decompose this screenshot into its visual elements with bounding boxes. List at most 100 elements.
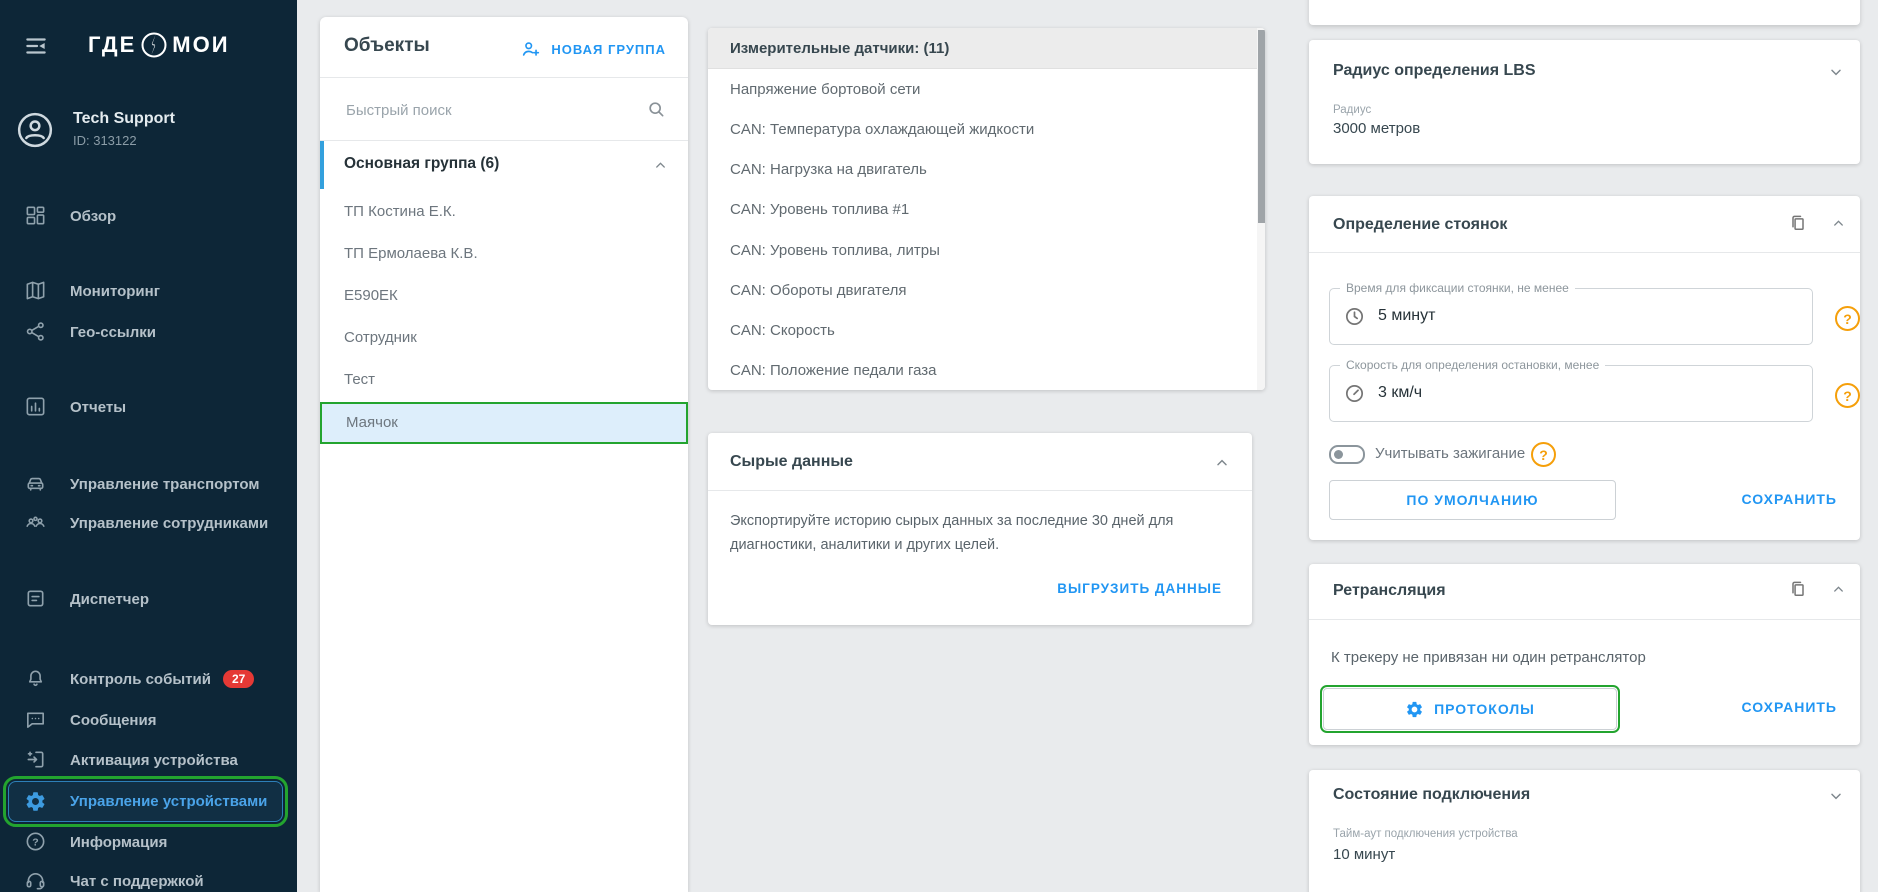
sidebar-item-geo-links[interactable]: Гео-ссылки: [0, 312, 297, 352]
user-name: Tech Support: [73, 110, 175, 128]
sidebar-item-label: Мониторинг: [70, 283, 160, 300]
document-list-icon: [24, 587, 48, 611]
sidebar-item-support-chat[interactable]: Чат с поддержкой: [0, 861, 297, 892]
sensors-header-row[interactable]: Измерительные датчики: (11): [708, 28, 1265, 69]
sidebar-item-monitoring[interactable]: Мониторинг: [0, 271, 297, 311]
map-icon: [24, 279, 48, 303]
divider: [708, 490, 1252, 491]
sidebar-item-messages[interactable]: Сообщения: [0, 700, 297, 740]
search-input[interactable]: [344, 78, 618, 142]
new-group-button[interactable]: НОВАЯ ГРУППА: [520, 38, 666, 60]
help-icon[interactable]: ?: [1835, 383, 1860, 408]
protocols-button[interactable]: ПРОТОКОЛЫ: [1323, 688, 1617, 730]
parking-speed-label: Скорость для определения остановки, мене…: [1340, 358, 1605, 372]
relay-empty-text: К трекеру не привязан ни один ретранслят…: [1331, 649, 1646, 666]
sidebar-item-overview[interactable]: Обзор: [0, 196, 297, 236]
connection-title: Состояние подключения: [1333, 786, 1530, 804]
object-row[interactable]: ТП Ермолаева К.В.: [320, 233, 688, 275]
sidebar-item-label: Диспетчер: [70, 591, 149, 608]
user-id: ID: 313122: [73, 133, 175, 148]
chevron-down-icon[interactable]: [1828, 64, 1844, 80]
chevron-up-icon[interactable]: [1831, 582, 1846, 597]
gear-icon: [24, 790, 48, 814]
sidebar-item-reports[interactable]: Отчеты: [0, 387, 297, 427]
chevron-up-icon[interactable]: [653, 158, 668, 173]
sidebar-item-information[interactable]: ? Информация: [0, 822, 297, 862]
sidebar-item-dispatcher[interactable]: Диспетчер: [0, 579, 297, 619]
default-button[interactable]: ПО УМОЛЧАНИЮ: [1329, 480, 1616, 520]
sensor-row[interactable]: Напряжение бортовой сети: [708, 69, 1265, 109]
collapse-sidebar-icon[interactable]: [23, 33, 49, 59]
save-button[interactable]: СОХРАНИТЬ: [1742, 699, 1837, 715]
ignition-toggle[interactable]: [1329, 445, 1365, 464]
person-add-icon: [520, 38, 542, 60]
chevron-down-icon[interactable]: [1828, 788, 1844, 804]
raw-data-title: Сырые данные: [730, 453, 853, 471]
sidebar-item-label: Отчеты: [70, 399, 126, 416]
sensor-row[interactable]: CAN: Нагрузка на двигатель: [708, 150, 1265, 190]
question-circle-icon: ?: [24, 830, 48, 854]
scrollbar-thumb[interactable]: [1258, 30, 1265, 223]
parking-time-field[interactable]: Время для фиксации стоянки, не менее 5 м…: [1329, 288, 1813, 345]
bell-icon: [24, 667, 48, 691]
sensor-row[interactable]: CAN: Уровень топлива #1: [708, 190, 1265, 230]
dashboard-icon: [24, 204, 48, 228]
object-row[interactable]: Тест: [320, 359, 688, 401]
new-group-label: НОВАЯ ГРУППА: [551, 42, 666, 57]
chevron-up-icon[interactable]: [1214, 455, 1230, 471]
sidebar-item-label: Управление сотрудниками: [70, 515, 268, 532]
sidebar-item-employee-management[interactable]: Управление сотрудниками: [0, 503, 297, 543]
parking-speed-value: 3 км/ч: [1378, 384, 1422, 402]
sidebar-item-device-management[interactable]: Управление устройствами: [8, 781, 283, 822]
sidebar-item-label: Гео-ссылки: [70, 324, 156, 341]
share-icon: [24, 320, 48, 344]
raw-data-description: Экспортируйте историю сырых данных за по…: [730, 509, 1235, 557]
copy-icon[interactable]: [1788, 213, 1808, 233]
sidebar-item-label: Управление транспортом: [70, 476, 259, 493]
sensor-row[interactable]: CAN: Скорость: [708, 310, 1265, 350]
parking-title: Определение стоянок: [1333, 216, 1507, 234]
svg-text:?: ?: [32, 836, 38, 848]
object-row[interactable]: Сотрудник: [320, 317, 688, 359]
copy-icon[interactable]: [1788, 579, 1808, 599]
user-block[interactable]: Tech Support ID: 313122: [15, 110, 175, 150]
group-label: Основная группа (6): [344, 155, 499, 173]
export-data-button[interactable]: ВЫГРУЗИТЬ ДАННЫЕ: [1057, 581, 1222, 596]
chevron-up-icon[interactable]: [1831, 216, 1846, 231]
objects-header: Объекты НОВАЯ ГРУППА: [320, 17, 688, 77]
sidebar-item-transport-management[interactable]: Управление транспортом: [0, 464, 297, 504]
headset-icon: [24, 869, 48, 892]
sidebar-item-device-activation[interactable]: Активация устройства: [0, 740, 297, 780]
lbs-radius-panel: Радиус определения LBS Радиус 3000 метро…: [1309, 40, 1860, 164]
user-avatar-icon: [15, 110, 55, 150]
objects-panel: Объекты НОВАЯ ГРУППА Основная группа (6)…: [320, 17, 688, 892]
chat-bubble-icon: [24, 708, 48, 732]
sidebar-item-label: Управление устройствами: [70, 793, 267, 810]
card-cut-off-top: [1309, 0, 1860, 25]
sensor-row[interactable]: CAN: Температура охлаждающей жидкости: [708, 109, 1265, 149]
sidebar-item-label: Информация: [70, 834, 167, 851]
radius-label: Радиус: [1333, 104, 1371, 116]
ignition-toggle-label: Учитывать зажигание: [1375, 445, 1525, 462]
gear-icon: [1405, 700, 1424, 719]
raw-data-panel: Сырые данные Экспортируйте историю сырых…: [708, 433, 1252, 625]
object-row-selected[interactable]: Маячок: [320, 402, 688, 444]
sensor-row[interactable]: CAN: Уровень топлива, литры: [708, 230, 1265, 270]
sidebar-item-event-control[interactable]: Контроль событий 27: [0, 659, 297, 699]
sensor-row[interactable]: CAN: Положение педали газа: [708, 351, 1265, 391]
object-row[interactable]: Е590ЕК: [320, 275, 688, 317]
car-icon: [24, 472, 48, 496]
scrollbar-track[interactable]: [1257, 28, 1265, 390]
group-row-main[interactable]: Основная группа (6): [320, 141, 688, 189]
object-row[interactable]: ТП Костина Е.К.: [320, 191, 688, 233]
save-button[interactable]: СОХРАНИТЬ: [1742, 491, 1837, 507]
search-icon: [646, 99, 666, 119]
sensor-row[interactable]: CAN: Обороты двигателя: [708, 270, 1265, 310]
toggle-knob: [1334, 450, 1343, 459]
sidebar: ГДЕ МОИ Tech Support ID: 313122 Обзор Мо…: [0, 0, 297, 892]
parking-time-value: 5 минут: [1378, 307, 1435, 325]
speedometer-icon: [1343, 382, 1366, 405]
help-icon[interactable]: ?: [1531, 442, 1556, 467]
parking-speed-field[interactable]: Скорость для определения остановки, мене…: [1329, 365, 1813, 422]
help-icon[interactable]: ?: [1835, 306, 1860, 331]
